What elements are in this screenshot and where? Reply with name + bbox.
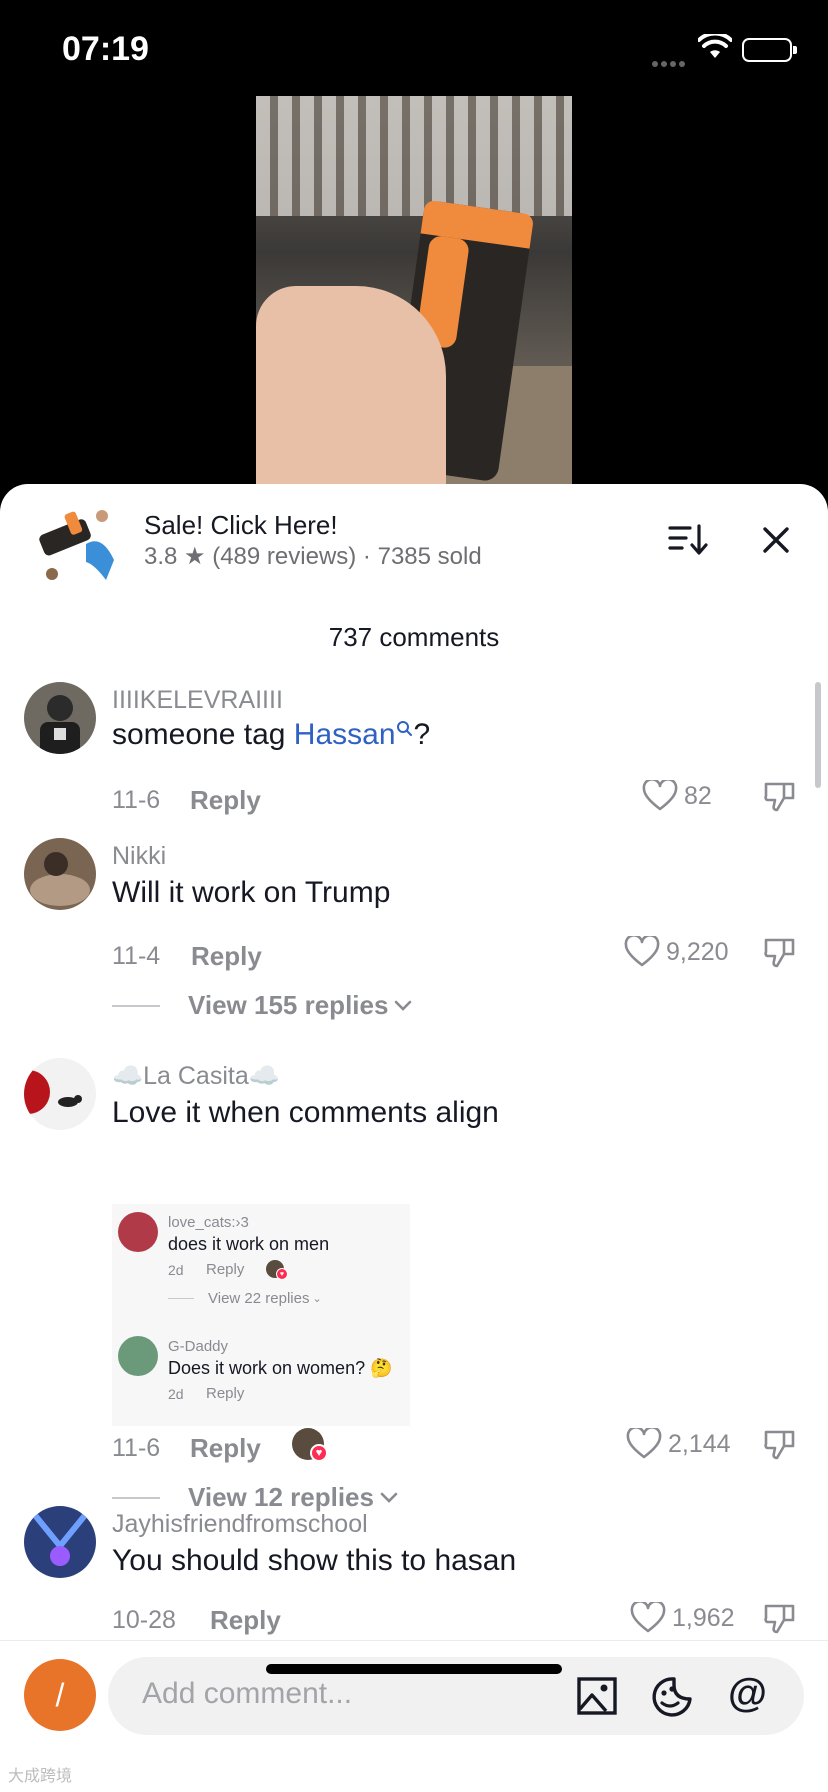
embedded-username: love_cats:›3 (168, 1214, 249, 1231)
comment-date: 11-4 (112, 942, 161, 970)
reply-button[interactable]: Reply (190, 785, 261, 816)
mention-at-icon[interactable]: @ (728, 1671, 767, 1716)
embedded-view-replies-label: View 22 replies (208, 1290, 310, 1307)
product-title[interactable]: Sale! Click Here! (144, 510, 338, 541)
status-time: 07:19 (62, 30, 149, 68)
chevron-down-icon (380, 1492, 398, 1503)
avatar[interactable] (24, 682, 96, 754)
heart-icon (630, 1602, 666, 1633)
product-thumbnail[interactable] (36, 504, 118, 586)
like-button[interactable]: 1,962 (630, 1602, 735, 1634)
heart-badge-icon: ♥ (310, 1444, 328, 1462)
comment-date: 11-6 (112, 786, 161, 814)
avatar[interactable] (24, 1506, 96, 1578)
signal-icon (652, 54, 690, 67)
comment-text-part: someone tag (112, 718, 294, 751)
embedded-username: G-Daddy (168, 1338, 229, 1355)
reply-button[interactable]: Reply (190, 1433, 261, 1464)
home-indicator[interactable] (266, 1664, 562, 1674)
current-user-avatar[interactable]: / (24, 1659, 96, 1731)
comment-search-tag[interactable]: Hassan (294, 718, 414, 751)
reply-button[interactable]: Reply (191, 941, 262, 972)
heart-badge-icon: ♥ (276, 1268, 288, 1280)
status-bar: 07:19 (0, 0, 828, 96)
product-meta: 3.8 ★ (489 reviews) · 7385 sold (144, 543, 482, 570)
comment-username[interactable]: IIIIKELEVRAIIII (112, 686, 283, 715)
comment-text: Love it when comments align (112, 1096, 499, 1129)
embedded-view-replies: View 22 replies ⌄ (168, 1290, 322, 1307)
like-button[interactable]: 82 (642, 780, 712, 812)
product-banner[interactable]: Sale! Click Here! 3.8 ★ (489 reviews) · … (0, 484, 828, 596)
watermark-logo: 大成跨境 (8, 1768, 73, 1785)
embedded-date: 2d (168, 1262, 184, 1278)
avatar (118, 1336, 158, 1376)
avatar (118, 1212, 158, 1252)
comments-sheet: Sale! Click Here! 3.8 ★ (489 reviews) · … (0, 484, 828, 1792)
comment-username[interactable]: Jayhisfriendfromschool (112, 1510, 368, 1539)
sort-icon[interactable] (668, 524, 708, 556)
emoji-sticker-icon[interactable] (650, 1675, 694, 1719)
comment-input-placeholder[interactable]: Add comment... (142, 1677, 352, 1711)
comments-count: 737 comments (328, 622, 500, 652)
comment-date: 11-6 (112, 1434, 161, 1462)
dislike-icon[interactable] (762, 1600, 798, 1636)
comment-composer: / Add comment... @ (0, 1640, 828, 1792)
like-button[interactable]: 2,144 (626, 1428, 731, 1460)
dislike-icon[interactable] (762, 1426, 798, 1462)
comment-date: 10-28 (112, 1606, 176, 1634)
dislike-icon[interactable] (762, 778, 798, 814)
heart-icon (642, 780, 678, 811)
comment-username[interactable]: Nikki (112, 842, 166, 871)
video-player[interactable] (256, 96, 572, 486)
dislike-icon[interactable] (762, 934, 798, 970)
heart-icon (624, 936, 660, 967)
comment-text: You should show this to hasan (112, 1544, 517, 1577)
embedded-text: Does it work on women? 🤔 (168, 1358, 393, 1378)
like-count: 9,220 (666, 937, 729, 966)
view-replies-button[interactable]: View 12 replies (112, 1482, 398, 1513)
chevron-down-icon: ⌄ (312, 1293, 322, 1305)
comment-text: someone tag Hassan? (112, 718, 430, 752)
embedded-comment-screenshot: love_cats:›3 does it work on men 2d Repl… (112, 1204, 410, 1426)
embedded-text: does it work on men (168, 1234, 330, 1254)
view-replies-button[interactable]: View 155 replies (112, 990, 412, 1021)
comment-tag-label[interactable]: Hassan (294, 718, 396, 751)
comment-username[interactable]: ☁️La Casita☁️ (112, 1062, 280, 1091)
comment-text: Will it work on Trump (112, 876, 391, 909)
view-replies-label[interactable]: View 12 replies (188, 1482, 374, 1513)
battery-icon (742, 38, 797, 62)
embedded-reply: Reply (206, 1385, 245, 1402)
wifi-icon (698, 34, 732, 58)
search-icon (396, 721, 412, 736)
scrollbar[interactable] (815, 682, 821, 788)
comment-text-part: ? (413, 718, 431, 751)
like-count: 1,962 (672, 1603, 735, 1632)
view-replies-label[interactable]: View 155 replies (188, 990, 388, 1021)
avatar[interactable] (24, 1058, 96, 1130)
chevron-down-icon (395, 1000, 412, 1011)
heart-icon (626, 1428, 662, 1459)
like-count: 82 (684, 781, 712, 810)
avatar[interactable] (24, 838, 96, 910)
reply-button[interactable]: Reply (210, 1605, 281, 1636)
like-button[interactable]: 9,220 (624, 936, 729, 968)
embedded-date: 2d (168, 1386, 184, 1402)
like-count: 2,144 (668, 1429, 731, 1458)
close-icon[interactable] (760, 524, 792, 556)
image-icon[interactable] (576, 1675, 618, 1717)
embedded-reply: Reply (206, 1261, 245, 1278)
